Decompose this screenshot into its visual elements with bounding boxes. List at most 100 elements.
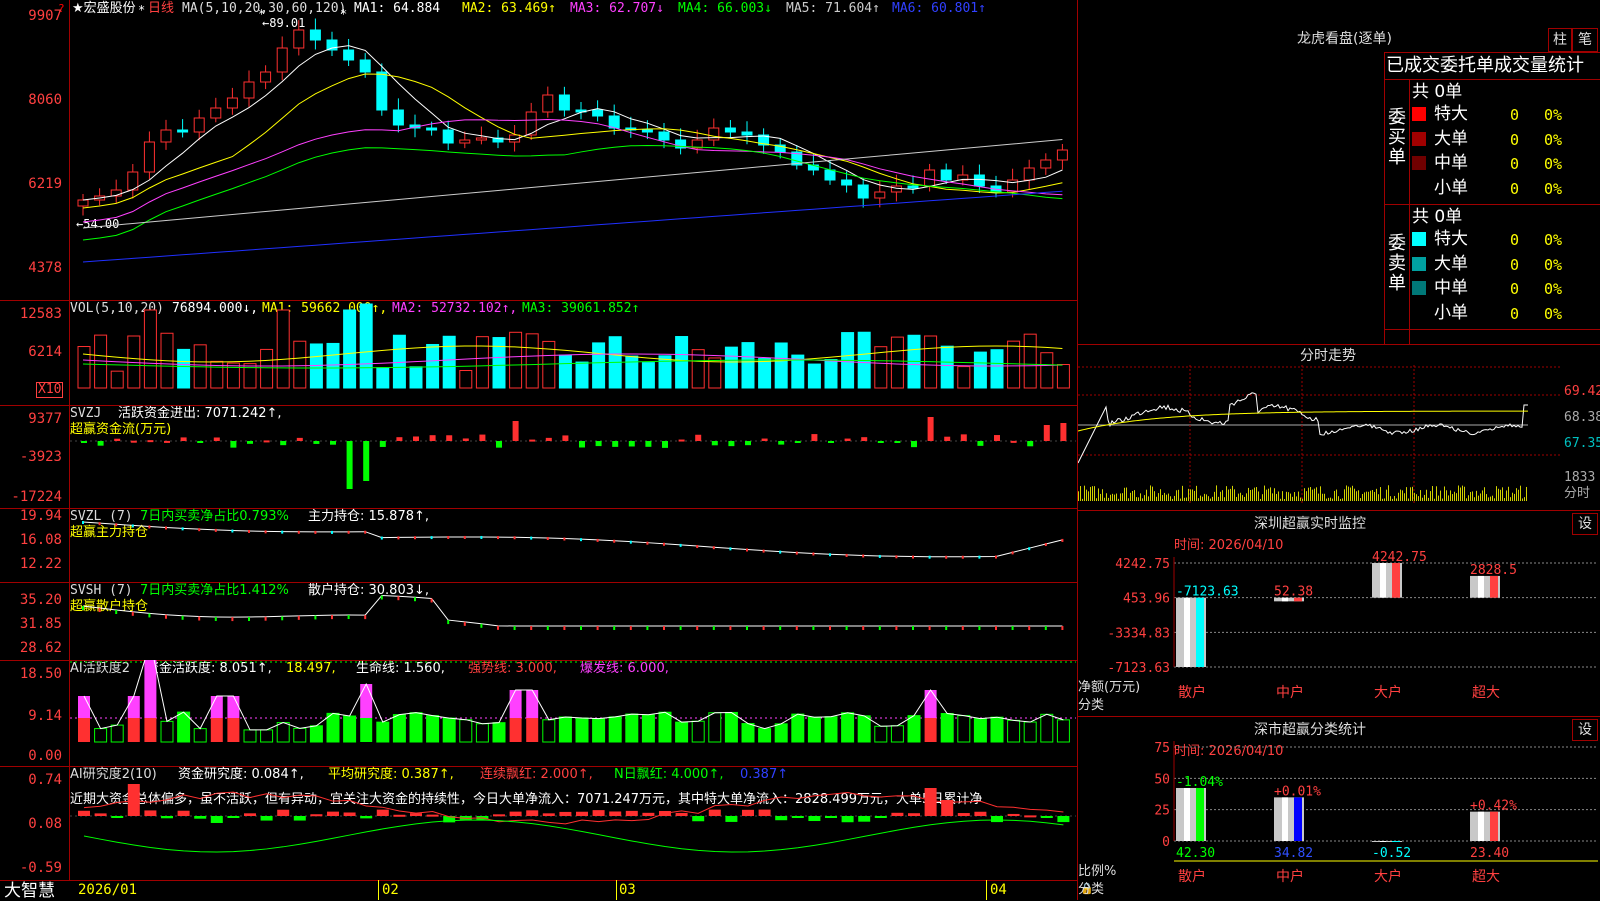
intraday-volume-bar	[1100, 493, 1101, 501]
intraday-volume-bar	[1390, 496, 1391, 501]
ai-research-panel[interactable]: AI研究度2(10) 资金研究度: 0.084↑, 平均研究度: 0.387↑,…	[0, 766, 1078, 880]
candle-body	[841, 179, 853, 186]
ai1-bar	[641, 714, 655, 743]
intraday-panel[interactable]: 分时走势 69.42 68.38 67.35 1833 分时	[1078, 344, 1600, 511]
intraday-volume-bar	[1234, 489, 1235, 501]
star-marker: *	[138, 3, 145, 17]
classify-bar-accent	[1392, 841, 1400, 842]
intraday-volume-bar	[1396, 498, 1397, 501]
ai2-bar	[78, 810, 90, 816]
svzj-bar	[529, 439, 536, 442]
candle-body	[890, 185, 902, 193]
intraday-volume-bar	[1346, 485, 1347, 501]
intraday-volume-bar	[1254, 487, 1255, 501]
intraday-volume-bar	[1278, 491, 1279, 501]
svzj-bar	[728, 441, 735, 447]
intraday-volume-bar	[1156, 496, 1157, 501]
classify-ratio-label: 23.40	[1470, 846, 1509, 861]
svzl-dot	[812, 552, 815, 556]
ai2-bar	[542, 813, 555, 816]
volume-bar	[990, 349, 1004, 389]
intraday-volume-bar	[1110, 494, 1111, 501]
svsh-dot	[762, 626, 765, 630]
bar-view-button[interactable]: 柱	[1548, 28, 1572, 52]
monitor-bar-highlight	[1184, 597, 1190, 667]
monitor-category-label: 超大	[1472, 685, 1500, 701]
svzl-dot	[281, 530, 284, 534]
intraday-volume-bar	[1196, 485, 1197, 501]
ai1-bar	[94, 728, 108, 743]
svzl-panel[interactable]: SVZL (7) 7日内买卖净占比0.793% 主力持仓: 15.878↑, 超…	[0, 508, 1078, 582]
svzj-bar	[662, 441, 668, 448]
intraday-volume-bar	[1490, 496, 1491, 501]
intraday-volume-bar	[1402, 490, 1403, 501]
sell-row-name: 特大	[1434, 229, 1468, 249]
intraday-volume-bar	[1330, 497, 1331, 501]
svzl-dot	[646, 541, 649, 545]
classify-panel[interactable]: 深市超赢分类统计 设 时间: 2026/04/10 比例% 分类 75 50 25 0…	[1078, 716, 1600, 901]
candle-body	[1056, 149, 1068, 161]
ai2-bar	[194, 816, 207, 819]
svsh-dot	[663, 626, 665, 630]
intraday-volume-bar	[1124, 487, 1125, 501]
intraday-volume-bar	[1508, 486, 1509, 501]
svzl-dot	[961, 555, 964, 559]
date-tick-4: 04	[990, 882, 1007, 898]
svsh-dot	[845, 626, 848, 630]
tick-view-button[interactable]: 笔	[1572, 28, 1598, 52]
intraday-volume-bar	[1480, 493, 1481, 501]
right-side-panel: 龙虎看盘(逐单) 柱 笔 已成交委托单成交量统计 委买单 委卖单 共 0单 特大…	[1078, 0, 1600, 900]
intraday-volume-bar	[1514, 493, 1515, 501]
volume-bar	[973, 351, 987, 389]
svsh-panel[interactable]: SVSH (7) 7日内买卖净占比1.412% 散户持仓: 30.803↓, 超…	[0, 582, 1078, 660]
svsh-dot	[646, 626, 649, 630]
ai1-bar	[940, 713, 954, 743]
svsh-dot	[1028, 626, 1031, 630]
svzj-bar	[81, 441, 87, 443]
svsh-dot	[231, 617, 234, 622]
monitor-bar-chart: 4242.75 453.96 -3334.83 -7123.63 -7123.63 散户 5…	[1107, 550, 1598, 701]
volume-bar	[724, 346, 738, 389]
svzl-dot	[928, 555, 931, 559]
classify-ratio-label: -0.52	[1372, 846, 1411, 861]
ai1-bar-top	[78, 696, 90, 718]
svzl-dot	[530, 536, 533, 540]
candle-panel[interactable]: ? ★宏盛股份 日线 MA(5,10,20,30,60,120) MA1: 64…	[0, 0, 1078, 300]
intraday-volume-bar	[1152, 486, 1153, 501]
ma6-line	[82, 190, 1063, 263]
intraday-volume-bar	[1130, 492, 1131, 501]
buy-row-percent: 0%	[1544, 179, 1563, 198]
main-chart-area[interactable]: ? ★宏盛股份 日线 MA(5,10,20,30,60,120) MA1: 64…	[0, 0, 1094, 900]
svzl-dot	[414, 536, 416, 540]
candle-body	[226, 97, 238, 109]
intraday-volume-bar	[1324, 493, 1325, 501]
classify-ratio-label: 34.82	[1274, 846, 1313, 861]
ai2-bar	[592, 810, 605, 816]
intraday-volume-bar	[1238, 493, 1239, 501]
intraday-volume-bar	[1308, 487, 1309, 501]
candle-body	[973, 174, 985, 187]
candle-body	[459, 139, 471, 144]
svsh-dot	[912, 626, 914, 630]
svzl-dot	[148, 525, 151, 529]
intraday-volume-bar	[1086, 489, 1087, 501]
monitor-category-label: 大户	[1374, 684, 1402, 701]
intraday-volume-bar	[1302, 498, 1303, 501]
ai1-bar-top	[144, 660, 157, 718]
sell-side-label: 委卖单	[1388, 233, 1406, 294]
svzj-panel[interactable]: SVZJ 活跃资金进出: 7071.242↑, 超赢资金流(万元) 9377 -…	[0, 405, 1078, 508]
ai2-bar	[559, 811, 572, 816]
monitor-panel[interactable]: 深圳超赢实时监控 设 时间: 2026/04/10 净额(万元) 分类 4242…	[1078, 510, 1600, 717]
ai-active-panel[interactable]: AI活跃度2 资金活跃度: 8.051↑, 18.497, 生命线: 1.560…	[0, 660, 1078, 766]
intraday-volume-bar	[1460, 487, 1461, 501]
intraday-volume-bar	[1450, 490, 1451, 501]
intraday-volume-bar	[1494, 498, 1495, 501]
svzl-dot	[513, 536, 516, 540]
intraday-volume-bar	[1248, 487, 1249, 501]
ai2-bar	[210, 816, 223, 823]
volume-panel[interactable]: VOL(5,10,20) 76894.000↓, MA1: 59662.000↑…	[0, 300, 1078, 405]
sell-row-swatch	[1412, 281, 1426, 295]
svzl-dot	[596, 538, 599, 542]
buy-row-name: 小单	[1434, 177, 1468, 198]
candle-body	[558, 94, 570, 111]
